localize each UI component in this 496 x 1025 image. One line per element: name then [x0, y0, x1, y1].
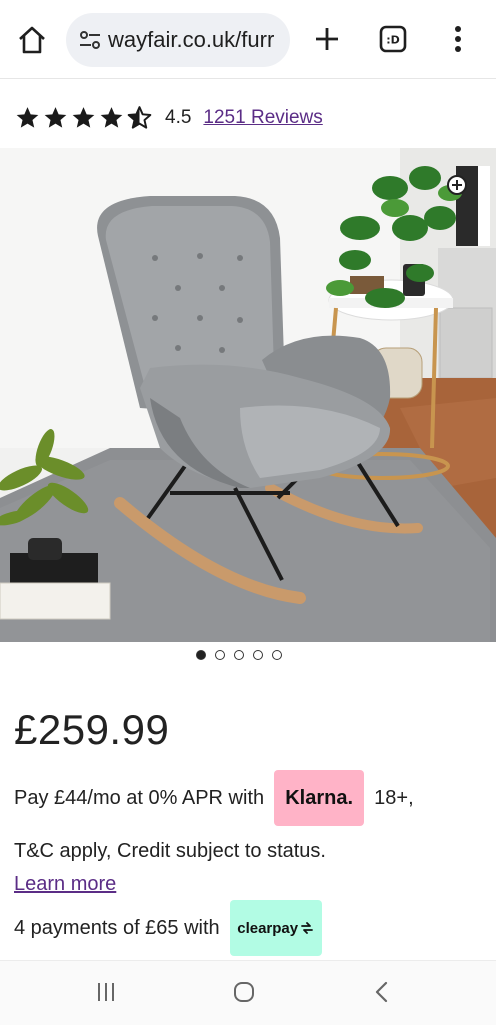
carousel-indicator[interactable] — [196, 650, 282, 660]
klarna-age-note: 18+, — [374, 786, 414, 809]
address-bar[interactable]: wayfair.co.uk/furr — [66, 13, 290, 67]
svg-text::D: :D — [386, 34, 400, 47]
url-text: wayfair.co.uk/furr — [108, 27, 275, 52]
home-icon[interactable] — [14, 22, 50, 58]
recents-icon[interactable] — [95, 981, 117, 1003]
star-icon — [44, 107, 67, 128]
zoom-icon[interactable] — [446, 174, 468, 196]
star-icon — [16, 107, 39, 128]
browser-toolbar: wayfair.co.uk/furr :D — [0, 0, 496, 79]
plus-icon[interactable] — [310, 22, 344, 56]
clearpay-badge[interactable]: clearpay — [229, 900, 322, 956]
carousel-dot[interactable] — [196, 650, 206, 660]
carousel-dot[interactable] — [253, 650, 263, 660]
clearpay-brand: clearpay — [237, 919, 299, 937]
tune-icon[interactable] — [78, 28, 102, 52]
clearpay-text: 4 payments of £65 with — [14, 916, 220, 939]
klarna-badge[interactable]: Klarna. — [274, 770, 365, 826]
clearpay-arrows-icon — [301, 922, 314, 934]
learn-more-link[interactable]: Learn more — [14, 873, 116, 896]
product-image[interactable] — [0, 148, 496, 642]
system-nav-bar — [0, 960, 496, 1025]
carousel-dot[interactable] — [272, 650, 282, 660]
back-icon[interactable] — [372, 980, 392, 1004]
reviews-link[interactable]: 1251 Reviews — [203, 107, 322, 129]
clearpay-financing: 4 payments of £65 with clearpay — [14, 900, 322, 956]
terms-text: T&C apply, Credit subject to status. — [14, 840, 326, 862]
tab-switcher-icon[interactable]: :D — [376, 22, 410, 56]
star-icon — [100, 107, 123, 128]
overflow-menu-icon[interactable] — [446, 20, 470, 58]
product-price: £259.99 — [14, 706, 170, 753]
rating-value: 4.5 — [165, 107, 192, 128]
klarna-financing: Pay £44/mo at 0% APR with Klarna. 18+, — [14, 770, 414, 826]
half-star-icon — [127, 106, 152, 129]
carousel-dot[interactable] — [215, 650, 225, 660]
klarna-text: Pay £44/mo at 0% APR with — [14, 786, 265, 809]
carousel-dot[interactable] — [234, 650, 244, 660]
star-rating — [14, 105, 153, 131]
home-circle-icon[interactable] — [232, 980, 256, 1004]
star-icon — [72, 107, 95, 128]
rating-row: 4.5 1251 Reviews — [14, 102, 323, 134]
